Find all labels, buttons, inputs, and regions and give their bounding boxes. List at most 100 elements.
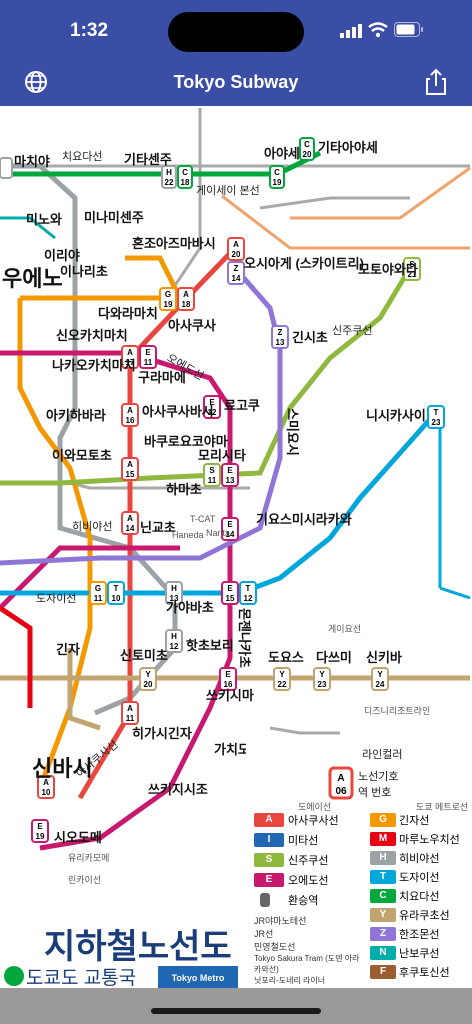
station-label: 쓰키지시조 xyxy=(148,782,208,797)
svg-text:A: A xyxy=(127,514,133,523)
legend-swatch: E xyxy=(254,873,284,887)
svg-text:23: 23 xyxy=(318,680,327,689)
station-label: 아사쿠사바시 xyxy=(142,404,214,419)
legend-item: H 히비야선 xyxy=(370,848,470,867)
station-label: 다와라마치 xyxy=(98,306,158,321)
shinjuku-line-label: 신주쿠선 xyxy=(332,324,372,337)
svg-text:14: 14 xyxy=(232,274,241,283)
legend-label: 환승역 xyxy=(288,895,319,907)
svg-text:T: T xyxy=(434,408,439,417)
legend-item: 닛포리-도네리 라이너 xyxy=(254,976,326,985)
transfer-icon xyxy=(254,893,284,907)
station-label: 핫초보리 xyxy=(186,638,234,653)
svg-text:Y: Y xyxy=(145,670,151,679)
svg-text:H: H xyxy=(166,168,172,177)
svg-text:Y: Y xyxy=(319,670,325,679)
legend-metro-list: G 긴자선 M 마루노우치선 H 히비야선 T 도자이선 C 치요다선 Y 유라쿠초선 Z한… xyxy=(370,810,470,981)
legend-label: 마루노우치선 xyxy=(399,833,460,846)
svg-text:Y: Y xyxy=(279,670,285,679)
svg-text:12: 12 xyxy=(170,642,179,651)
svg-text:11: 11 xyxy=(126,714,135,723)
status-bar: 1:32 xyxy=(0,0,472,56)
svg-text:10: 10 xyxy=(42,788,51,797)
station-label: 료고쿠 xyxy=(224,398,260,413)
legend-swatch: T xyxy=(370,869,396,884)
marunouchi-line-path xyxy=(0,605,33,708)
legend-item: JR야마노테선 xyxy=(254,916,307,926)
svg-text:10: 10 xyxy=(112,594,121,603)
station-label: 구라마에 xyxy=(138,370,186,385)
share-button[interactable] xyxy=(418,64,454,100)
station-label: 미나미센주 xyxy=(84,210,144,225)
legend-label: 난보쿠선 xyxy=(399,947,440,960)
legend-item: E 오에도선 xyxy=(254,870,364,890)
keiyo-line-label: 게이요선 xyxy=(328,624,361,634)
station-label: 도요스 xyxy=(268,650,304,665)
map-title: 지하철노선도 xyxy=(44,928,232,966)
svg-text:19: 19 xyxy=(164,300,173,309)
legend-item: N 난보쿠선 xyxy=(370,943,470,962)
station-label: 아사쿠사 xyxy=(168,318,216,333)
station-label: 니시카사이 xyxy=(366,408,426,423)
station-label: 모토야와타 xyxy=(358,262,418,277)
station-label: 기요스미시라카와 xyxy=(256,512,352,527)
wifi-icon xyxy=(368,22,388,38)
svg-text:18: 18 xyxy=(182,300,191,309)
station-label: 우에노 xyxy=(2,266,63,291)
svg-text:14: 14 xyxy=(126,524,135,533)
svg-text:24: 24 xyxy=(376,680,385,689)
battery-icon xyxy=(394,22,423,37)
legend-item: 민영철도선 xyxy=(254,942,296,952)
subway-map[interactable]: H 22 C 18 C 19 C 20 A 20 Z 14 G 19 A 18 S 21 Z 13 … xyxy=(0,108,472,988)
svg-text:20: 20 xyxy=(232,250,241,259)
chiyoda-line-label: 치요다선 xyxy=(62,150,102,163)
haneda-label: Haneda xyxy=(172,530,204,540)
svg-text:11: 11 xyxy=(208,476,217,485)
legend-label: 한조몬선 xyxy=(399,928,440,941)
legend-item: Z 한조몬선 xyxy=(370,924,470,943)
station-label: 기타아야세 xyxy=(318,140,378,155)
station-label: 가야바초 xyxy=(166,600,214,615)
station-label: 나카오카치마치 xyxy=(52,358,136,373)
station-label: 긴시초 xyxy=(292,330,328,345)
legend-item: Tokyo Sakura Tram (도덴 아라카와선) xyxy=(254,954,360,974)
disney-line-label: 디즈니리조트라인 xyxy=(364,706,430,716)
legend-item: G 긴자선 xyxy=(370,810,470,829)
svg-text:19: 19 xyxy=(36,832,45,841)
legend-swatch: H xyxy=(370,850,396,865)
svg-text:E: E xyxy=(227,466,233,475)
svg-text:12: 12 xyxy=(244,594,253,603)
legend-swatch: S xyxy=(254,853,284,867)
station-label: 닌교초 xyxy=(140,520,176,535)
station-label: 아야세 xyxy=(264,146,300,161)
status-time: 1:32 xyxy=(70,20,109,41)
nav-title: Tokyo Subway xyxy=(173,72,299,92)
legend-swatch: M xyxy=(370,831,396,846)
legend-line-color: 라인컬러 xyxy=(362,748,402,761)
svg-text:A: A xyxy=(127,460,133,469)
svg-text:13: 13 xyxy=(276,338,285,347)
legend-item: Y 유라쿠초선 xyxy=(370,905,470,924)
legend-swatch: G xyxy=(370,812,396,827)
svg-text:18: 18 xyxy=(181,178,190,187)
home-indicator[interactable] xyxy=(151,1008,321,1014)
metro-brand: Tokyo Metro xyxy=(172,973,225,983)
svg-text:H: H xyxy=(171,632,177,641)
svg-text:22: 22 xyxy=(165,178,174,187)
svg-text:T: T xyxy=(114,584,119,593)
svg-text:G: G xyxy=(165,290,171,299)
legend-item: T 도자이선 xyxy=(370,867,470,886)
station-label: 아키하바라 xyxy=(46,408,106,423)
dynamic-island xyxy=(168,12,304,52)
navigation-bar: Tokyo Subway xyxy=(0,56,472,106)
legend-line-symbol: 노선기호 xyxy=(358,770,398,783)
yurikamome-label: 유리카모메 xyxy=(68,853,109,863)
legend-item: F 후쿠토신선 xyxy=(370,962,470,981)
svg-text:S: S xyxy=(209,466,215,475)
legend-label: 아사쿠사선 xyxy=(288,815,339,827)
legend-label: 오에도선 xyxy=(288,875,329,887)
station-label: 오시아게 (스카이트리) xyxy=(244,256,364,271)
home-indicator-area xyxy=(0,988,472,1024)
svg-text:20: 20 xyxy=(144,680,153,689)
tcat-label: T-CAT xyxy=(190,514,216,524)
